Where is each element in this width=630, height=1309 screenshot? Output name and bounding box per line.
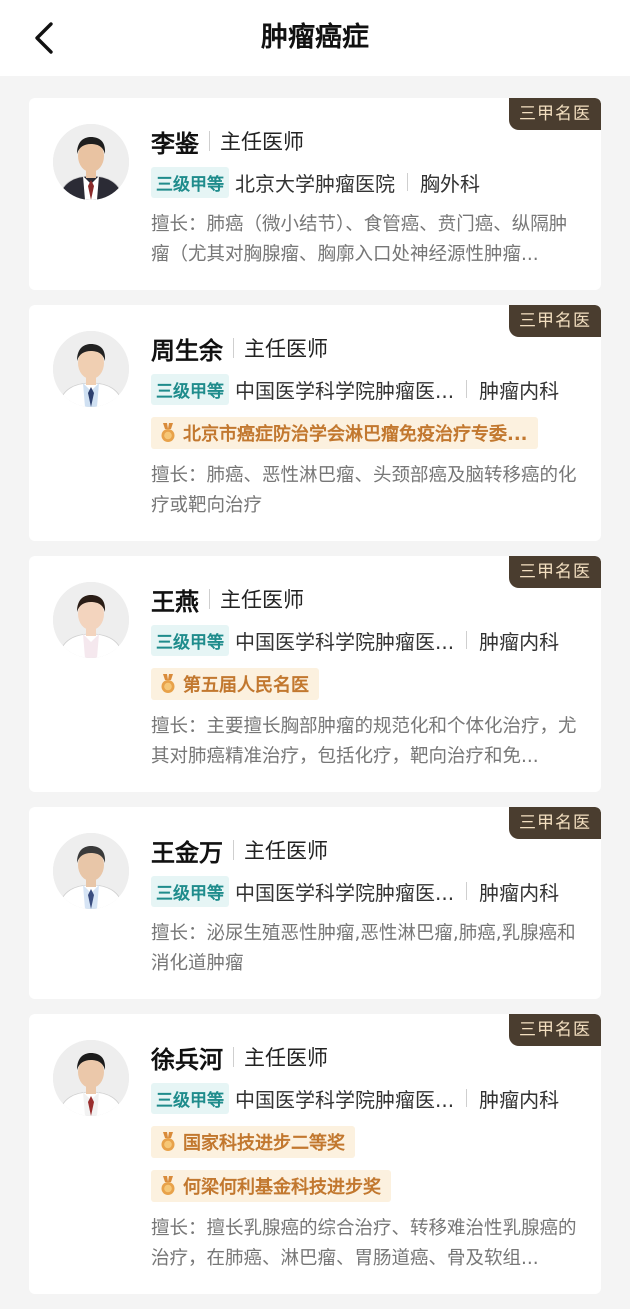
hospital-level-badge: 三级甲等 [151,875,229,907]
expertise-text: 擅长：肺癌（微小结节）、食管癌、贲门癌、纵隔肿瘤（尤其对胸腺瘤、胸廓入口处神经源… [151,214,568,265]
honor-text: 何梁何利基金科技进步奖 [183,1177,381,1198]
page-title: 肿瘤癌症 [261,22,369,53]
honor-text: 国家科技进步二等奖 [183,1133,345,1154]
doctor-title: 主任医师 [220,588,304,612]
top-doctor-tag: 三甲名医 [509,807,601,839]
honor-row: 何梁何利基金科技进步奖 [151,1158,577,1202]
hospital-name: 中国医学科学院肿瘤医... [235,1087,455,1112]
top-doctor-tag: 三甲名医 [509,1014,601,1046]
top-doctor-tag: 三甲名医 [509,556,601,588]
hospital-row: 三级甲等 中国医学科学院肿瘤医... 肿瘤内科 [151,624,577,656]
doctor-card[interactable]: 三甲名医 王燕 主任医师 三级甲等 中国医学科学院肿瘤医... 肿瘤内科 第五届… [29,556,601,792]
honor-text: 第五届人民名医 [183,675,309,696]
avatar [53,1040,129,1116]
doctor-name: 李鉴 [151,129,199,158]
department-name: 肿瘤内科 [479,880,560,905]
hospital-level-badge: 三级甲等 [151,166,229,198]
doctor-title: 主任医师 [220,130,304,154]
medal-icon [161,423,175,442]
hospital-name: 中国医学科学院肿瘤医... [235,880,455,905]
doctor-name: 徐兵河 [151,1045,223,1074]
hospital-row: 三级甲等 中国医学科学院肿瘤医... 肿瘤内科 [151,1082,577,1114]
honor-badge: 国家科技进步二等奖 [151,1126,355,1158]
hospital-name: 中国医学科学院肿瘤医... [235,378,455,403]
name-row: 徐兵河 主任医师 [151,1040,577,1074]
honor-text: 北京市癌症防治学会淋巴瘤免疫治疗专委... [183,424,528,445]
avatar [53,582,129,658]
doctor-title: 主任医师 [244,839,328,863]
divider [209,131,210,151]
hospital-row: 三级甲等 中国医学科学院肿瘤医... 肿瘤内科 [151,875,577,907]
expertise-text: 擅长：主要擅长胸部肿瘤的规范化和个体化治疗，尤其对肺癌精准治疗，包括化疗，靶向治… [151,716,577,767]
divider [233,840,234,860]
medal-icon [161,674,175,693]
doctor-list: 三甲名医 李鉴 主任医师 三级甲等 北京大学肿瘤医院 胸外科 擅长：肺癌（微小结… [29,98,601,1309]
doctor-title: 主任医师 [244,337,328,361]
hospital-name: 中国医学科学院肿瘤医... [235,629,455,654]
divider [466,380,468,398]
divider [407,173,408,191]
divider [233,1047,234,1067]
doctor-title: 主任医师 [244,1046,328,1070]
medal-icon [161,1132,175,1151]
doctor-card[interactable]: 三甲名医 李鉴 主任医师 三级甲等 北京大学肿瘤医院 胸外科 擅长：肺癌（微小结… [29,98,601,290]
avatar [53,124,129,200]
name-row: 周生余 主任医师 [151,331,577,365]
doctor-card[interactable]: 三甲名医 徐兵河 主任医师 三级甲等 中国医学科学院肿瘤医... 肿瘤内科 国家… [29,1014,601,1294]
avatar [53,331,129,407]
honor-badge: 北京市癌症防治学会淋巴瘤免疫治疗专委... [151,417,538,449]
expertise-text: 擅长：肺癌、恶性淋巴瘤、头颈部癌及脑转移癌的化疗或靶向治疗 [151,465,577,516]
top-doctor-tag: 三甲名医 [509,305,601,337]
doctor-card[interactable]: 三甲名医 王金万 主任医师 三级甲等 中国医学科学院肿瘤医... 肿瘤内科 擅长… [29,807,601,999]
divider [466,1089,468,1107]
hospital-level-badge: 三级甲等 [151,1082,229,1114]
honor-badge: 何梁何利基金科技进步奖 [151,1170,391,1202]
department-name: 肿瘤内科 [479,629,560,654]
department-name: 胸外科 [420,171,480,196]
honor-row: 北京市癌症防治学会淋巴瘤免疫治疗专委... [151,405,577,449]
hospital-row: 三级甲等 中国医学科学院肿瘤医... 肿瘤内科 [151,373,577,405]
department-name: 肿瘤内科 [479,378,560,403]
top-bar: 肿瘤癌症 [0,0,630,76]
divider [233,338,234,358]
department-name: 肿瘤内科 [479,1087,560,1112]
hospital-level-badge: 三级甲等 [151,373,229,405]
hospital-name: 北京大学肿瘤医院 [235,171,395,196]
avatar [53,833,129,909]
expertise-text: 擅长：擅长乳腺癌的综合治疗、转移难治性乳腺癌的治疗，在肺癌、淋巴瘤、胃肠道癌、骨… [151,1218,577,1269]
name-row: 王燕 主任医师 [151,582,577,616]
name-row: 王金万 主任医师 [151,833,577,867]
honor-row: 国家科技进步二等奖 [151,1114,577,1158]
doctor-name: 王金万 [151,838,223,867]
hospital-level-badge: 三级甲等 [151,624,229,656]
honor-row: 第五届人民名医 [151,656,577,700]
divider [466,882,468,900]
doctor-name: 周生余 [151,336,223,365]
expertise-text: 擅长：泌尿生殖恶性肿瘤,恶性淋巴瘤,肺癌,乳腺癌和消化道肿瘤 [151,923,576,974]
divider [466,631,468,649]
doctor-name: 王燕 [151,587,199,616]
divider [209,589,210,609]
medal-icon [161,1176,175,1195]
hospital-row: 三级甲等 北京大学肿瘤医院 胸外科 [151,166,577,198]
honor-badge: 第五届人民名医 [151,668,319,700]
name-row: 李鉴 主任医师 [151,124,577,158]
doctor-card[interactable]: 三甲名医 周生余 主任医师 三级甲等 中国医学科学院肿瘤医... 肿瘤内科 北京… [29,305,601,541]
top-doctor-tag: 三甲名医 [509,98,601,130]
